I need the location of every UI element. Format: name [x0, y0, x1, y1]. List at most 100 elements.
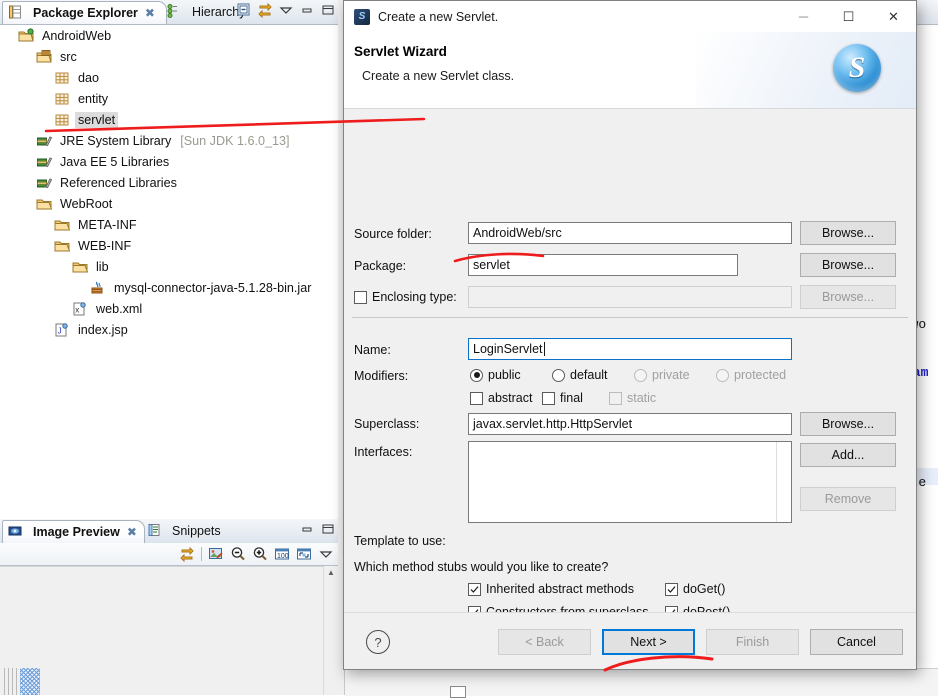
cancel-button[interactable]: Cancel: [810, 629, 903, 655]
minimize-button[interactable]: ─: [781, 2, 826, 32]
help-icon[interactable]: ?: [366, 630, 390, 654]
minimize-icon[interactable]: [299, 2, 315, 18]
explorer-toolbar[interactable]: [236, 2, 336, 18]
finish-button: Finish: [706, 629, 799, 655]
jsp-file-icon: J: [54, 322, 71, 338]
maximize-button[interactable]: ☐: [826, 2, 871, 32]
dialog-titlebar[interactable]: S Create a new Servlet. ─ ☐ ✕: [344, 1, 916, 32]
link-with-editor-icon[interactable]: [257, 2, 273, 18]
tree-item-meta-inf[interactable]: META-INF: [0, 214, 337, 235]
minimize-icon[interactable]: [299, 521, 315, 537]
myeclipse-logo-icon: S: [833, 44, 881, 92]
wizard-heading: Servlet Wizard: [354, 44, 447, 59]
source-folder-browse-button[interactable]: Browse...: [800, 221, 896, 245]
window-buttons[interactable]: ─ ☐ ✕: [781, 2, 916, 32]
tree-item-label: entity: [75, 91, 111, 107]
stub-doget[interactable]: doGet(): [665, 582, 725, 596]
maximize-icon[interactable]: [320, 521, 336, 537]
radio-default[interactable]: [552, 369, 565, 382]
interfaces-list[interactable]: [468, 441, 792, 523]
view-menu-icon[interactable]: [278, 2, 294, 18]
close-icon[interactable]: ✖: [145, 6, 155, 20]
enclosing-type-row[interactable]: Enclosing type:: [354, 290, 457, 304]
project-tree[interactable]: AndroidWeb src dao entity: [0, 25, 337, 518]
fit-to-window-icon[interactable]: [296, 546, 312, 562]
zoom-100-icon[interactable]: 100: [274, 546, 290, 562]
radio-default-label: default: [570, 368, 608, 382]
tree-item-web-inf[interactable]: WEB-INF: [0, 235, 337, 256]
checkbox-static-label: static: [627, 391, 656, 405]
enclosing-type-input: [468, 286, 792, 308]
scroll-up-arrow-icon[interactable]: ▲: [324, 566, 338, 579]
radio-protected: [716, 369, 729, 382]
package-browse-button[interactable]: Browse...: [800, 253, 896, 277]
wizard-buttons[interactable]: < Back Next > Finish Cancel: [498, 629, 903, 655]
modifier-checkbox-abstract[interactable]: abstract: [470, 391, 532, 405]
enclosing-type-checkbox[interactable]: [354, 291, 367, 304]
checkbox-doget[interactable]: [665, 583, 678, 596]
tab-image-preview[interactable]: Image Preview ✖: [2, 520, 145, 543]
dialog-title: Create a new Servlet.: [378, 10, 498, 24]
method-stubs-question: Which method stubs would you like to cre…: [354, 560, 608, 574]
header-sheen: [696, 32, 916, 108]
superclass-browse-button[interactable]: Browse...: [800, 412, 896, 436]
tree-item-src[interactable]: src: [0, 46, 337, 67]
tab-snippets[interactable]: Snippets: [142, 520, 229, 542]
interfaces-list-scrollbar[interactable]: [776, 442, 791, 522]
tree-item-lib[interactable]: lib: [0, 256, 337, 277]
name-input-value: LoginServlet: [473, 342, 543, 356]
preview-tab-tools[interactable]: [299, 521, 336, 537]
superclass-input[interactable]: javax.servlet.http.HttpServlet: [468, 413, 792, 435]
svg-text:J: J: [58, 326, 62, 335]
tree-item-index-jsp[interactable]: J index.jsp: [0, 319, 337, 340]
modifier-checkbox-final[interactable]: final: [542, 391, 583, 405]
close-icon[interactable]: ✖: [127, 525, 137, 539]
library-icon: [36, 175, 53, 191]
tree-item-servlet[interactable]: servlet: [0, 109, 337, 130]
package-explorer-view[interactable]: Package Explorer ✖ Hierarchy: [0, 0, 338, 518]
tree-item-entity[interactable]: entity: [0, 88, 337, 109]
source-folder-input[interactable]: AndroidWeb/src: [468, 222, 792, 244]
library-icon: [36, 133, 53, 149]
create-servlet-dialog[interactable]: S Create a new Servlet. ─ ☐ ✕ Servlet Wi…: [343, 0, 917, 670]
modifier-radio-public[interactable]: public: [470, 368, 521, 382]
package-icon: [54, 112, 71, 128]
preview-tabstrip[interactable]: Image Preview ✖ Snippets: [0, 519, 338, 544]
tree-item-webroot[interactable]: WebRoot: [0, 193, 337, 214]
maximize-icon[interactable]: [320, 2, 336, 18]
source-folder-icon: [36, 49, 53, 65]
interfaces-add-button[interactable]: Add...: [800, 443, 896, 467]
close-button[interactable]: ✕: [871, 2, 916, 32]
radio-public[interactable]: [470, 369, 483, 382]
tree-item-referenced-libraries[interactable]: Referenced Libraries: [0, 172, 337, 193]
tree-item-java-ee-5-libraries[interactable]: Java EE 5 Libraries: [0, 151, 337, 172]
image-tool-icon[interactable]: [208, 546, 224, 562]
package-icon: [54, 70, 71, 86]
checkbox-inherited-abstract-methods[interactable]: [468, 583, 481, 596]
modifier-radio-default[interactable]: default: [552, 368, 608, 382]
collapse-all-icon[interactable]: [236, 2, 252, 18]
view-menu-icon[interactable]: [318, 546, 334, 562]
tab-package-explorer[interactable]: Package Explorer ✖: [2, 1, 167, 24]
tree-item-dao[interactable]: dao: [0, 67, 337, 88]
wizard-subheading: Create a new Servlet class.: [362, 69, 514, 83]
tree-item-web-xml[interactable]: x web.xml: [0, 298, 337, 319]
package-input[interactable]: servlet: [468, 254, 738, 276]
link-with-editor-icon[interactable]: [179, 546, 195, 562]
tree-item-androidweb[interactable]: AndroidWeb: [0, 25, 337, 46]
tree-item-jre-system-library[interactable]: JRE System Library [Sun JDK 1.6.0_13]: [0, 130, 337, 151]
tree-item-label: AndroidWeb: [39, 28, 114, 44]
zoom-out-icon[interactable]: [230, 546, 246, 562]
image-preview-view[interactable]: Image Preview ✖ Snippets: [0, 519, 338, 695]
name-input[interactable]: LoginServlet: [468, 338, 792, 360]
explorer-tabstrip[interactable]: Package Explorer ✖ Hierarchy: [0, 0, 338, 25]
checkbox-abstract[interactable]: [470, 392, 483, 405]
zoom-in-icon[interactable]: [252, 546, 268, 562]
tree-item-mysql-connector-jar[interactable]: mysql-connector-java-5.1.28-bin.jar: [0, 277, 337, 298]
stub-inherited-abstract-methods[interactable]: Inherited abstract methods: [468, 582, 634, 596]
next-button[interactable]: Next >: [602, 629, 695, 655]
folder-icon: [72, 259, 89, 275]
preview-vertical-scrollbar[interactable]: ▲: [323, 566, 338, 695]
checkbox-final[interactable]: [542, 392, 555, 405]
image-preview-toolbar[interactable]: 100: [0, 543, 338, 566]
